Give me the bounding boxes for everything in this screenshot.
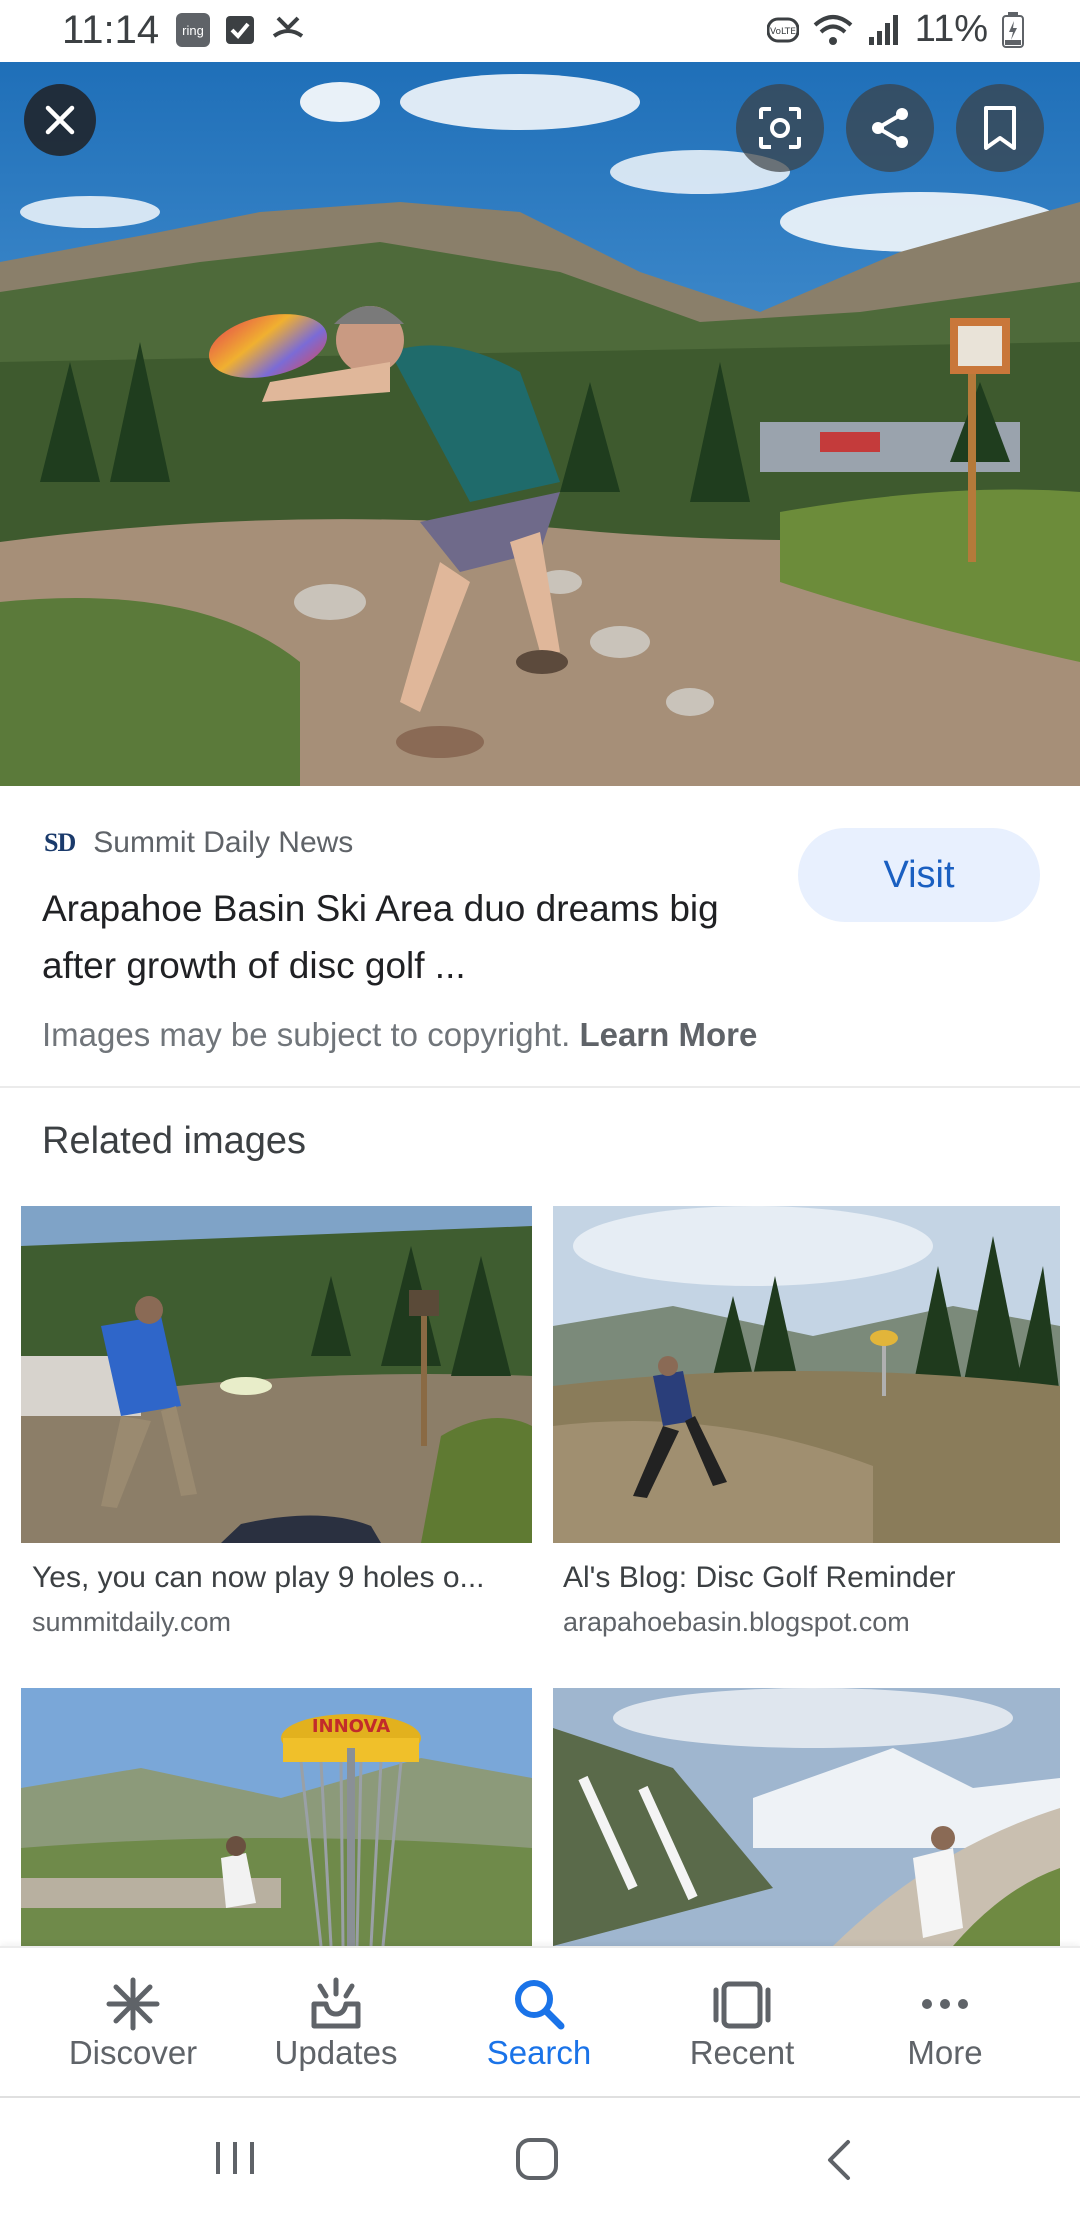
nav-label: More — [907, 2034, 983, 2071]
signal-icon — [868, 14, 898, 45]
nav-recent[interactable]: Recent — [642, 1948, 842, 2096]
status-right-icons: VoLTE 11% — [766, 8, 1024, 51]
wifi-icon — [813, 14, 853, 45]
copyright-notice: Images may be subject to copyright. Lear… — [42, 1016, 757, 1054]
recent-icon — [713, 1981, 771, 2029]
bookmark-icon — [984, 106, 1016, 150]
share-button[interactable] — [846, 84, 934, 172]
nav-search[interactable]: Search — [439, 1948, 639, 2096]
related-image-tile[interactable] — [21, 1206, 532, 1543]
related-image-tile[interactable] — [553, 1688, 1060, 1946]
nav-label: Discover — [68, 2034, 198, 2071]
related-image-tile[interactable] — [553, 1206, 1060, 1543]
lens-button[interactable] — [736, 84, 824, 172]
source-logo: SD — [44, 828, 76, 857]
search-icon — [515, 1980, 565, 2030]
volte-icon: VoLTE — [766, 17, 799, 42]
visit-button[interactable]: Visit — [798, 828, 1040, 922]
source-name[interactable]: Summit Daily News — [93, 826, 353, 860]
more-icon — [922, 1999, 968, 2009]
status-left-icons: ring — [176, 13, 306, 47]
inbox-icon — [311, 1977, 361, 2029]
source-row[interactable]: SD Summit Daily News — [44, 826, 353, 860]
battery-percent: 11% — [914, 8, 988, 50]
related-image-domain: arapahoebasin.blogspot.com — [563, 1607, 910, 1637]
status-time: 11:14 — [62, 8, 160, 52]
nav-more[interactable]: More — [845, 1948, 1045, 2096]
nav-updates[interactable]: Updates — [236, 1948, 436, 2096]
related-image-caption[interactable]: Yes, you can now play 9 holes o... — [32, 1561, 522, 1595]
missed-call-icon — [272, 16, 304, 38]
lens-icon — [759, 107, 801, 149]
nav-discover[interactable]: Discover — [33, 1948, 233, 2096]
system-navigation-bar — [0, 2096, 1080, 2222]
learn-more-link[interactable]: Learn More — [579, 1016, 757, 1053]
related-images-heading: Related images — [42, 1120, 307, 1162]
related-image-domain: summitdaily.com — [32, 1607, 232, 1637]
hero-image[interactable] — [0, 62, 1080, 786]
nav-label: Updates — [274, 2034, 398, 2071]
checkbox-icon — [226, 16, 254, 44]
recent-apps-icon[interactable] — [212, 2138, 258, 2178]
bottom-navigation: Discover Updates Search Recent More — [0, 1946, 1080, 2096]
battery-icon — [1002, 11, 1024, 48]
copyright-text: Images may be subject to copyright. — [42, 1016, 571, 1053]
article-title[interactable]: Arapahoe Basin Ski Area duo dreams big a… — [42, 880, 772, 994]
home-icon[interactable] — [514, 2136, 560, 2182]
asterisk-icon — [106, 1977, 160, 2031]
svg-text:INNOVA: INNOVA — [312, 1716, 390, 1737]
close-icon — [45, 105, 75, 135]
svg-text:VoLTE: VoLTE — [770, 27, 796, 37]
ring-icon: ring — [176, 13, 210, 47]
status-bar: 11:14 ring VoLTE 11% — [0, 0, 1080, 62]
share-icon — [872, 108, 908, 148]
divider — [0, 1086, 1080, 1088]
nav-label: Search — [486, 2034, 592, 2071]
bookmark-button[interactable] — [956, 84, 1044, 172]
related-image-tile[interactable]: INNOVA — [21, 1688, 532, 1946]
close-button[interactable] — [24, 84, 96, 156]
nav-label: Recent — [689, 2034, 795, 2071]
back-icon[interactable] — [822, 2138, 858, 2182]
related-image-caption[interactable]: Al's Blog: Disc Golf Reminder — [563, 1561, 1053, 1595]
